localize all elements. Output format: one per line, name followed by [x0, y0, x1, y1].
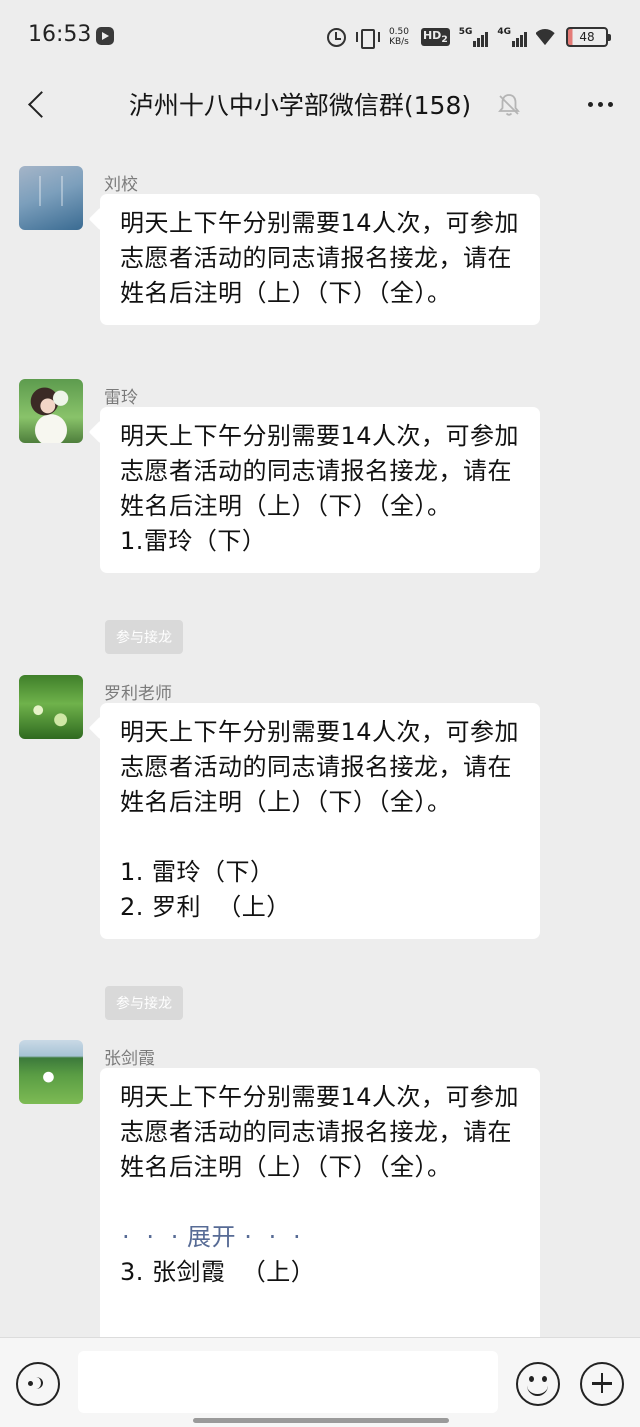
message-bubble[interactable]: 明天上下午分别需要14人次，可参加志愿者活动的同志请报名接龙，请在姓名后注明（上… [100, 1068, 540, 1338]
message-text: 明天上下午分别需要14人次，可参加志愿者活动的同志请报名接龙，请在姓名后注明（上… [120, 422, 520, 520]
input-bar [0, 1337, 640, 1427]
vibrate-icon [355, 28, 380, 49]
message-text: 明天上下午分别需要14人次，可参加志愿者活动的同志请报名接龙，请在姓名后注明（上… [120, 209, 520, 307]
message-bubble[interactable]: 明天上下午分别需要14人次，可参加志愿者活动的同志请报名接龙，请在姓名后注明（上… [100, 703, 540, 939]
more-button[interactable] [578, 84, 622, 124]
sender-name: 刘校 [104, 175, 138, 195]
join-solitaire-button[interactable]: 参与接龙 [105, 620, 183, 654]
join-solitaire-button[interactable]: 参与接龙 [105, 986, 183, 1020]
sender-name: 雷玲 [104, 388, 138, 408]
message-bubble[interactable]: 明天上下午分别需要14人次，可参加志愿者活动的同志请报名接龙，请在姓名后注明（上… [100, 407, 540, 573]
status-time: 16:53 [28, 22, 92, 47]
message-bubble[interactable]: 明天上下午分别需要14人次，可参加志愿者活动的同志请报名接龙，请在姓名后注明（上… [100, 194, 540, 325]
chat-title[interactable]: 泸州十八中小学部微信群(158) [0, 86, 640, 122]
message-text: 明天上下午分别需要14人次，可参加志愿者活动的同志请报名接龙，请在姓名后注明（上… [120, 1083, 520, 1181]
voice-icon[interactable] [16, 1362, 60, 1406]
app-notification-icon [96, 27, 114, 45]
battery-icon: 48 [566, 27, 611, 47]
status-icons: 0.50 KB/s HD2 5G 4G 48 [326, 24, 611, 50]
hd-volte-icon: HD2 [420, 27, 450, 47]
status-bar: 16:53 0.50 KB/s HD2 5G 4G 48 [0, 0, 640, 72]
solitaire-entry: 2. 罗利 （上） [120, 893, 291, 921]
plus-icon[interactable] [580, 1362, 624, 1406]
solitaire-entry: 3. 张剑霞 （上） [120, 1258, 316, 1286]
wifi-icon [536, 29, 558, 45]
avatar[interactable] [19, 675, 83, 739]
avatar[interactable] [19, 379, 83, 443]
sender-name: 罗利老师 [104, 684, 172, 704]
emoji-icon[interactable] [516, 1362, 560, 1406]
signal-4g-icon: 4G [497, 27, 527, 47]
signal-5g-icon: 5G [459, 27, 489, 47]
expand-link[interactable]: · · · 展开 · · · [120, 1220, 522, 1255]
alarm-icon [326, 27, 346, 47]
bell-off-icon [498, 94, 520, 116]
solitaire-entry: 1. 雷玲（下） [120, 858, 275, 886]
sender-name: 张剑霞 [104, 1049, 155, 1069]
solitaire-entry: 1.雷玲（下） [120, 527, 267, 555]
chat-header: 泸州十八中小学部微信群(158) [0, 72, 640, 136]
avatar[interactable] [19, 166, 83, 230]
home-indicator[interactable] [193, 1418, 449, 1423]
message-input[interactable] [78, 1351, 498, 1413]
network-speed: 0.50 KB/s [388, 27, 409, 47]
avatar[interactable] [19, 1040, 83, 1104]
message-text: 明天上下午分别需要14人次，可参加志愿者活动的同志请报名接龙，请在姓名后注明（上… [120, 718, 520, 816]
